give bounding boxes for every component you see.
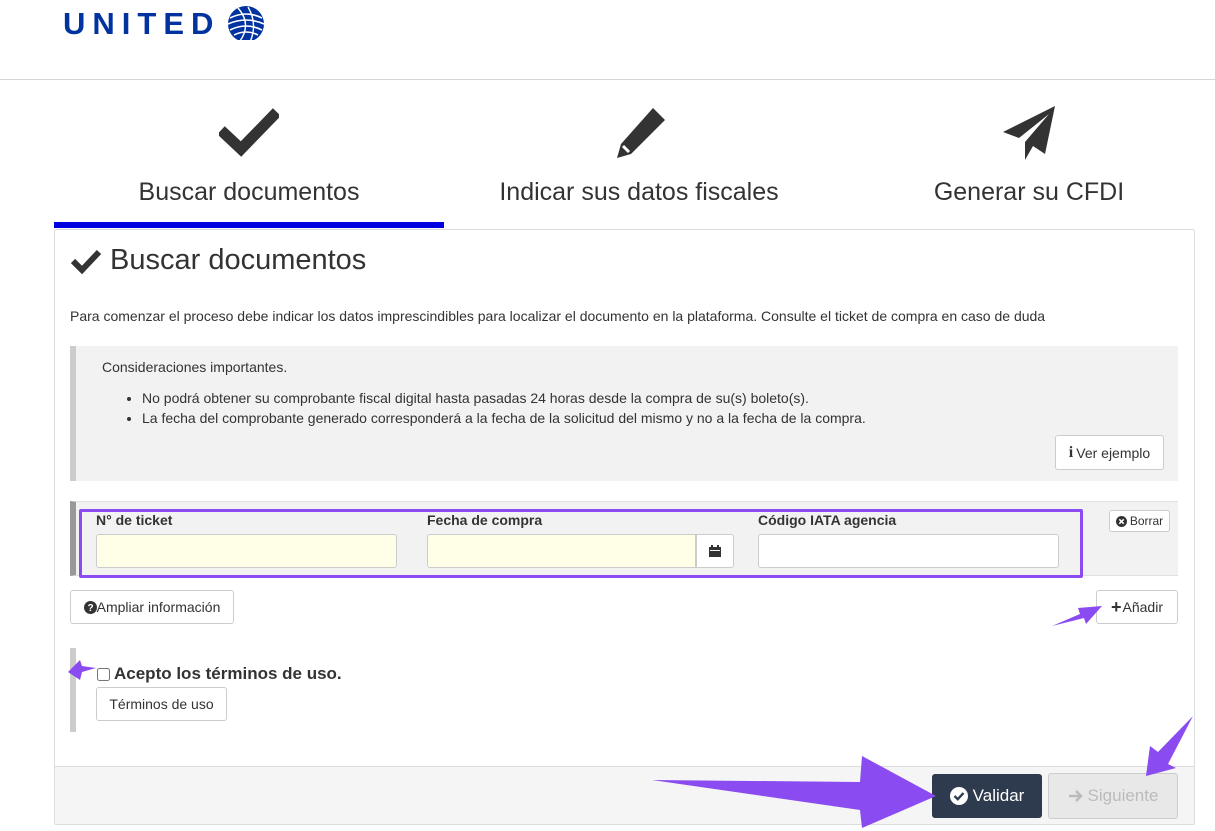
iata-label: Código IATA agencia xyxy=(758,512,897,528)
button-label: Ampliar información xyxy=(96,599,221,615)
ticket-input[interactable] xyxy=(96,534,397,568)
globe-icon xyxy=(222,6,271,44)
step-label: Buscar documentos xyxy=(138,178,360,206)
logo-text: UNITED xyxy=(63,6,221,41)
arrow-right-icon xyxy=(1068,790,1083,802)
step-label: Indicar sus datos fiscales xyxy=(499,178,779,206)
check-icon xyxy=(70,249,102,274)
button-label: Borrar xyxy=(1129,514,1164,528)
plus-icon: + xyxy=(1111,596,1122,617)
check-icon xyxy=(219,108,279,157)
question-circle-icon: ? xyxy=(83,600,97,614)
wizard-steps: Buscar documentos Indicar sus datos fisc… xyxy=(54,80,1194,230)
panel-footer: Validar Siguiente xyxy=(55,766,1194,824)
step-generar-cfdi[interactable]: Generar su CFDI xyxy=(834,80,1215,230)
button-label: Ver ejemplo xyxy=(1076,444,1151,461)
date-label: Fecha de compra xyxy=(427,512,543,528)
united-logo[interactable]: UNITED xyxy=(63,4,271,44)
validar-button[interactable]: Validar xyxy=(932,774,1042,818)
step-label: Generar su CFDI xyxy=(933,178,1125,206)
accept-terms-checkbox[interactable] xyxy=(97,667,110,681)
ticket-label: N° de ticket xyxy=(96,512,173,528)
paper-plane-icon xyxy=(1003,106,1055,160)
button-label: Términos de uso xyxy=(109,696,214,712)
step-datos-fiscales[interactable]: Indicar sus datos fiscales xyxy=(444,80,834,230)
terms-section: Acepto los términos de uso. Términos de … xyxy=(70,648,370,732)
calendar-icon xyxy=(709,545,721,557)
header: UNITED xyxy=(0,0,1215,80)
times-circle-icon xyxy=(1115,515,1127,527)
button-label: Añadir xyxy=(1122,599,1163,615)
panel-title: Buscar documentos xyxy=(70,244,366,277)
notice-list: No podrá obtener su comprobante fiscal d… xyxy=(142,388,866,428)
terminos-de-uso-button[interactable]: Términos de uso xyxy=(96,687,227,721)
accept-terms-checkbox-label[interactable]: Acepto los términos de uso. xyxy=(97,664,342,684)
svg-text:?: ? xyxy=(87,603,93,614)
check-circle-icon xyxy=(949,787,968,805)
ampliar-informacion-button[interactable]: ? Ampliar información xyxy=(70,590,234,624)
accept-terms-text: Acepto los términos de uso. xyxy=(114,664,342,683)
anadir-button[interactable]: + Añadir xyxy=(1096,590,1178,624)
list-item: La fecha del comprobante generado corres… xyxy=(142,408,866,428)
date-input[interactable] xyxy=(427,534,696,568)
notice-title: Consideraciones importantes. xyxy=(102,359,288,375)
button-label: Siguiente xyxy=(1087,786,1159,805)
pencil-icon xyxy=(617,108,665,158)
panel-title-text: Buscar documentos xyxy=(110,244,367,276)
iata-input[interactable] xyxy=(758,534,1059,568)
ticket-row: N° de ticket Fecha de compra Código IATA… xyxy=(70,501,1178,578)
step-buscar-documentos[interactable]: Buscar documentos xyxy=(54,80,444,230)
siguiente-button[interactable]: Siguiente xyxy=(1048,773,1178,819)
search-panel: Buscar documentos Para comenzar el proce… xyxy=(54,229,1195,825)
notice-box: Consideraciones importantes. No podrá ob… xyxy=(70,346,1178,481)
borrar-button[interactable]: Borrar xyxy=(1109,510,1170,532)
calendar-button[interactable] xyxy=(696,534,734,568)
ver-ejemplo-button[interactable]: i Ver ejemplo xyxy=(1055,435,1164,470)
intro-text: Para comenzar el proceso debe indicar lo… xyxy=(70,308,1046,324)
info-icon: i xyxy=(1068,443,1074,461)
button-label: Validar xyxy=(972,786,1025,805)
list-item: No podrá obtener su comprobante fiscal d… xyxy=(142,388,866,408)
